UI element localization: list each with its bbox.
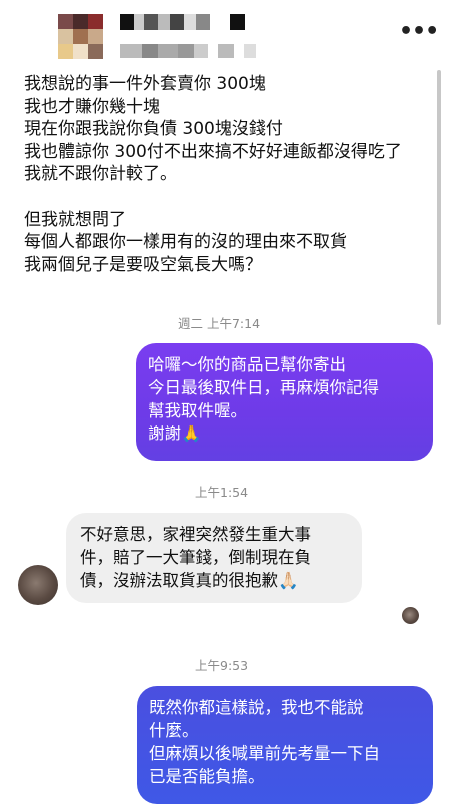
incoming-message: 我想說的事一件外套賣你 300塊 我也才賺你幾十塊 現在你跟我說你負債 300塊… [24, 74, 402, 275]
read-receipt-avatar [402, 607, 419, 624]
contact-name [120, 14, 245, 30]
timestamp: 週二 上午7:14 [178, 316, 261, 331]
chat-header: ••• [0, 0, 451, 62]
more-options-icon[interactable]: ••• [399, 21, 439, 43]
contact-avatar[interactable] [58, 14, 104, 60]
incoming-message[interactable]: 不好意思，家裡突然發生重大事 件，賠了一大筆錢，倒制現在負 債，沒辦法取貨真的很… [66, 513, 362, 603]
contact-avatar-small[interactable] [18, 565, 58, 605]
outgoing-message[interactable]: 既然你都這樣說，我也不能說 什麼。 但麻煩以後喊單前先考量一下自 已是否能負擔。 [137, 686, 433, 804]
contact-status [120, 44, 270, 58]
outgoing-message[interactable]: 哈囉～你的商品已幫你寄出 今日最後取件日，再麻煩你記得 幫我取件喔。 謝謝🙏 [136, 343, 433, 461]
timestamp: 上午1:54 [195, 485, 249, 500]
timestamp: 上午9:53 [195, 658, 249, 673]
